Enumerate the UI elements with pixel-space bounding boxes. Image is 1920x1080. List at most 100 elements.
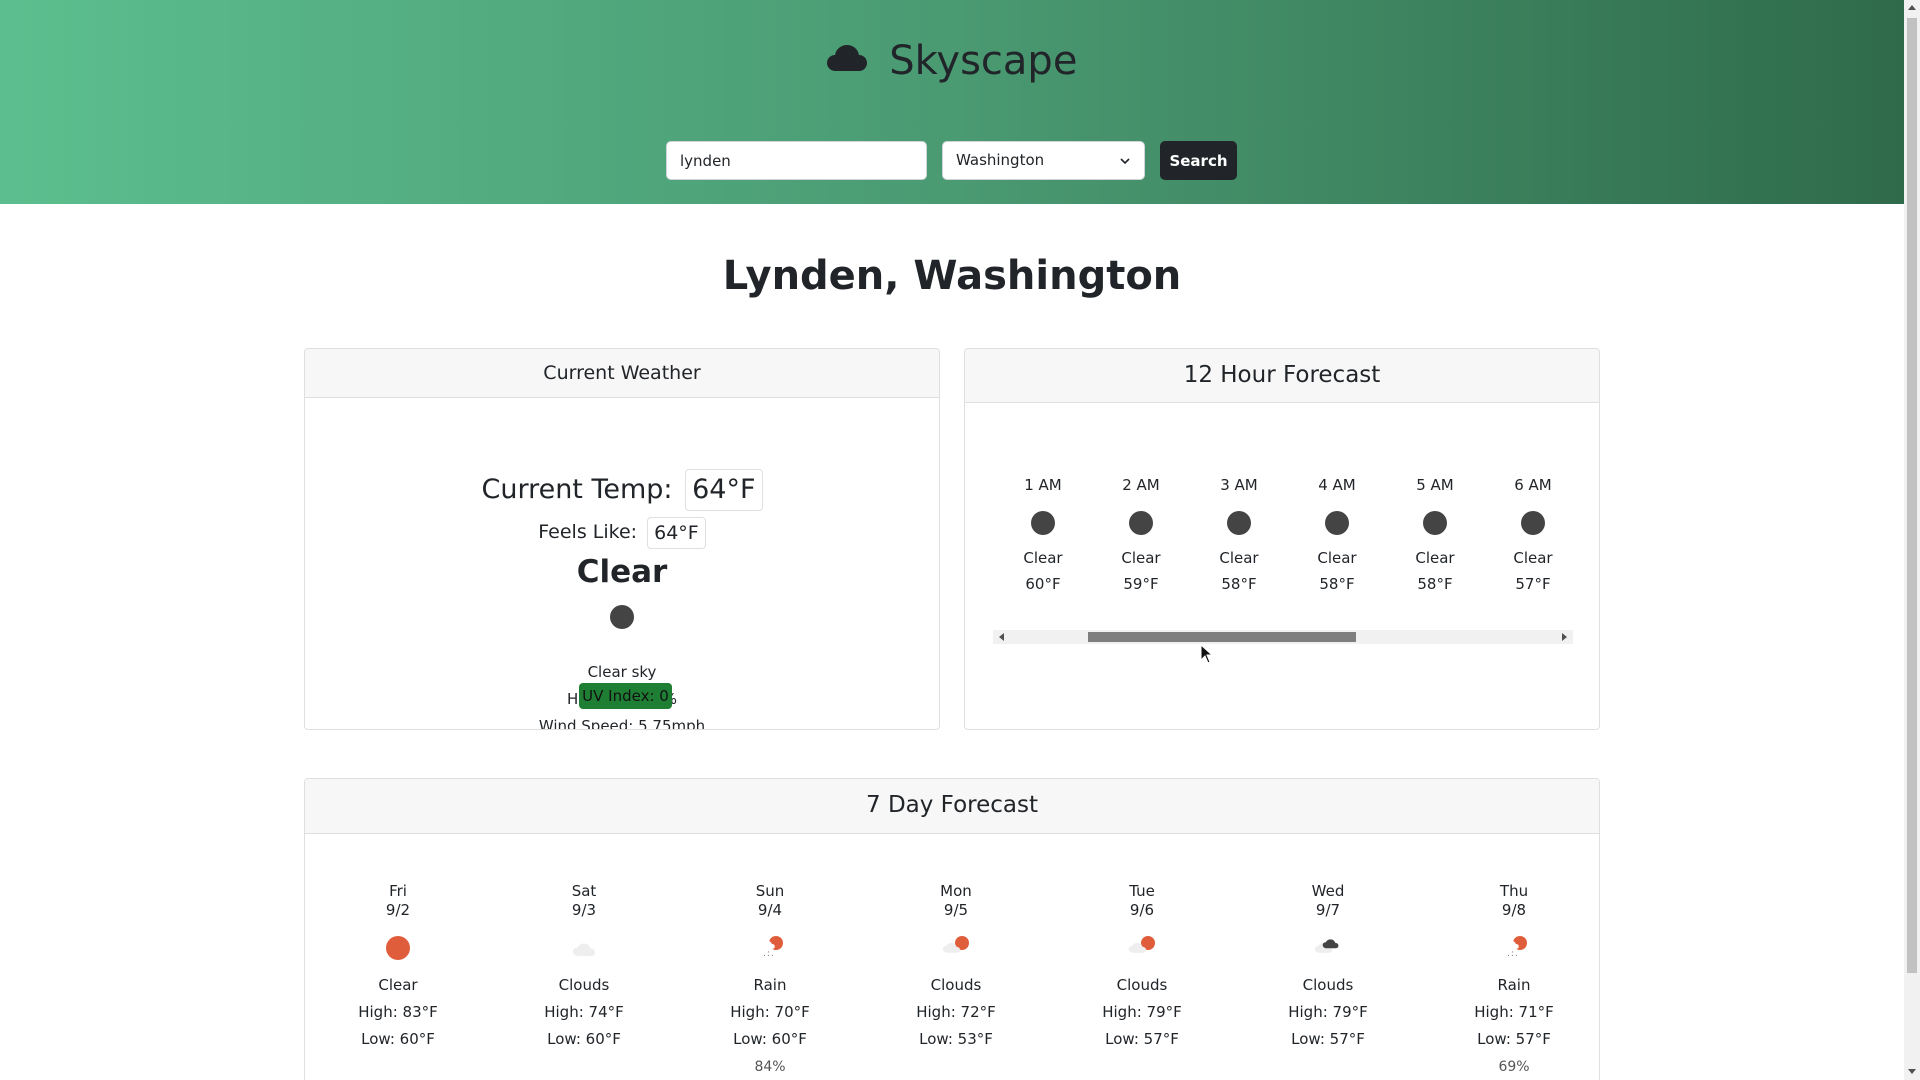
day-low: Low: 60°F: [547, 1030, 621, 1048]
day-date: 9/8: [1501, 901, 1527, 919]
day-name: Sat: [571, 882, 597, 900]
hourly-item: 6 AM Clear 57°F: [1493, 475, 1573, 594]
current-weather-body: Current Temp: 64°F Feels Like: 64°F Clea…: [305, 398, 939, 730]
day-date: 9/4: [757, 901, 783, 919]
state-select[interactable]: Washington: [942, 141, 1145, 180]
day-high: High: 79°F: [1288, 1003, 1368, 1021]
day-high: High: 83°F: [358, 1003, 438, 1021]
day-high: High: 79°F: [1102, 1003, 1182, 1021]
state-select-value: Washington: [956, 151, 1045, 169]
day-name: Wed: [1311, 882, 1345, 900]
clear-night-icon: [1325, 511, 1349, 535]
day-condition: Clouds: [930, 976, 982, 994]
partly-cloudy-icon: [1128, 934, 1156, 962]
search-form: Washington Search: [0, 141, 1904, 181]
hourly-scroll-area[interactable]: 1 AM Clear 60°F 2 AM Clear 59°F 3 AM Clear 58°F 4…: [993, 475, 1573, 605]
day-date: 9/3: [571, 901, 597, 919]
hour-condition: Clear: [1415, 549, 1455, 567]
hour-condition: Clear: [1219, 549, 1259, 567]
day-name: Fri: [389, 882, 407, 900]
daily-item: Sat 9/3 Clouds High: 74°F Low: 60°F: [509, 882, 659, 1077]
day-condition: Rain: [1497, 976, 1531, 994]
daily-forecast-header: 7 Day Forecast: [305, 779, 1599, 834]
sun-icon: [384, 934, 412, 962]
brand-name: Skyscape: [889, 38, 1078, 84]
day-high: High: 71°F: [1474, 1003, 1554, 1021]
current-temp-value: 64°F: [685, 469, 763, 511]
hourly-item: 3 AM Clear 58°F: [1199, 475, 1279, 594]
daily-item: Sun 9/4.:. Rain High: 70°F Low: 60°F 84%: [695, 882, 845, 1077]
location-title: Lynden, Washington: [722, 253, 1182, 299]
page-scrollbar[interactable]: [1904, 0, 1920, 1080]
daily-item: Wed 9/7 Clouds High: 79°F Low: 57°F: [1253, 882, 1403, 1077]
clear-night-icon: [1129, 511, 1153, 535]
day-condition: Clouds: [558, 976, 610, 994]
day-low: Low: 57°F: [1291, 1030, 1365, 1048]
hour-condition: Clear: [1317, 549, 1357, 567]
day-condition: Clouds: [1116, 976, 1168, 994]
hourly-item: 1 AM Clear 60°F: [1003, 475, 1083, 594]
hour-temp: 58°F: [1319, 575, 1355, 593]
app-header: Skyscape Washington Search: [0, 0, 1904, 204]
hour-time: 3 AM: [1220, 476, 1258, 494]
clear-night-icon: [1031, 511, 1055, 535]
cloud-icon: [826, 45, 867, 71]
precip-chance: 84%: [754, 1059, 786, 1075]
city-input[interactable]: [666, 141, 927, 180]
scrollbar-thumb[interactable]: [1088, 632, 1356, 642]
current-description: Clear sky: [587, 663, 657, 681]
feels-like-value: 64°F: [647, 516, 706, 549]
day-condition: Rain: [753, 976, 787, 994]
day-name: Thu: [1499, 882, 1529, 900]
cloud-icon: [570, 934, 598, 962]
day-date: 9/2: [385, 901, 411, 919]
search-button[interactable]: Search: [1160, 141, 1237, 180]
brand: Skyscape: [0, 34, 1904, 86]
wind-speed: Wind Speed: 5.75mph: [538, 717, 706, 730]
current-weather-header: Current Weather: [305, 349, 939, 398]
hourly-scrollbar[interactable]: [993, 630, 1573, 644]
hour-time: 1 AM: [1024, 476, 1062, 494]
clear-night-icon: [1423, 511, 1447, 535]
hour-condition: Clear: [1023, 549, 1063, 567]
clear-night-icon: [1227, 511, 1251, 535]
hour-condition: Clear: [1513, 549, 1553, 567]
hour-time: 5 AM: [1416, 476, 1454, 494]
day-name: Tue: [1129, 882, 1155, 900]
day-name: Sun: [755, 882, 785, 900]
clear-night-icon: [610, 605, 634, 629]
daily-item: Fri 9/2 Clear High: 83°F Low: 60°F: [323, 882, 473, 1077]
day-low: Low: 60°F: [733, 1030, 807, 1048]
rain-sun-icon: .:.: [1500, 934, 1528, 962]
day-low: Low: 53°F: [919, 1030, 993, 1048]
hour-time: 4 AM: [1318, 476, 1356, 494]
chevron-down-icon: [1120, 158, 1130, 165]
page-scrollbar-thumb[interactable]: [1907, 18, 1917, 973]
current-temp-row: Current Temp: 64°F: [305, 469, 939, 511]
scroll-left-arrow[interactable]: [999, 633, 1004, 641]
hour-temp: 58°F: [1221, 575, 1257, 593]
scroll-right-arrow[interactable]: [1562, 633, 1567, 641]
day-low: Low: 60°F: [361, 1030, 435, 1048]
day-name: Mon: [940, 882, 972, 900]
partly-cloudy-icon: [942, 934, 970, 962]
rain-sun-icon: .:.: [756, 934, 784, 962]
day-high: High: 72°F: [916, 1003, 996, 1021]
feels-like-label: Feels Like:: [538, 521, 638, 543]
precip-chance: [323, 1057, 473, 1077]
hour-temp: 59°F: [1123, 575, 1159, 593]
hour-temp: 57°F: [1515, 575, 1551, 593]
hourly-forecast-header: 12 Hour Forecast: [965, 349, 1599, 403]
precip-chance: [1253, 1057, 1403, 1077]
day-date: 9/7: [1315, 901, 1341, 919]
day-date: 9/6: [1129, 901, 1155, 919]
day-low: Low: 57°F: [1477, 1030, 1551, 1048]
scroll-up-arrow[interactable]: [1908, 5, 1916, 10]
uv-index-badge: UV Index: 0: [579, 683, 672, 709]
hour-temp: 58°F: [1417, 575, 1453, 593]
current-temp-label: Current Temp:: [481, 474, 673, 505]
day-high: High: 70°F: [730, 1003, 810, 1021]
scroll-down-arrow[interactable]: [1908, 1069, 1916, 1074]
day-condition: Clouds: [1302, 976, 1354, 994]
daily-item: Tue 9/6 Clouds High: 79°F Low: 57°F: [1067, 882, 1217, 1077]
